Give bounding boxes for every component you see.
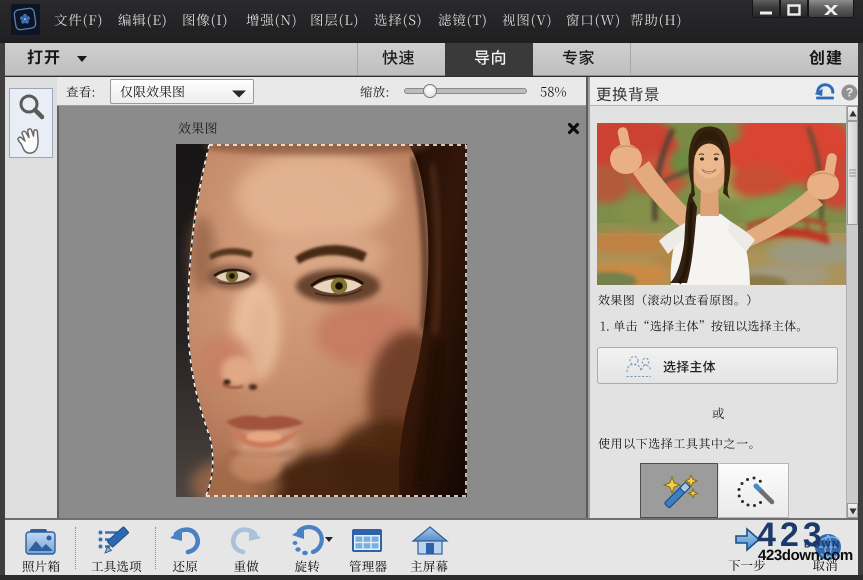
svg-text:?: ? — [846, 86, 853, 100]
